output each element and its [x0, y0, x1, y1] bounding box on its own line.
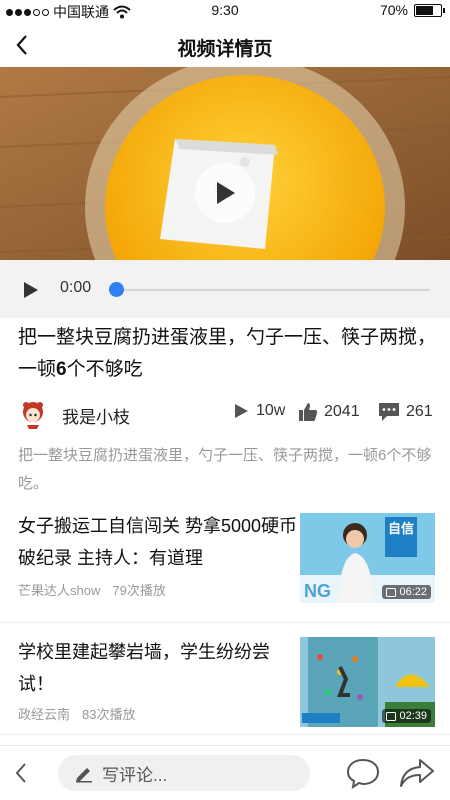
recommendation-meta: 芒果达人show 79次播放 — [18, 580, 166, 599]
likes-count: 2041 — [324, 403, 360, 420]
comment-input[interactable]: 写评论... — [58, 755, 310, 791]
recommendation-plays: 83次播放 — [82, 707, 136, 722]
likes-stat[interactable]: 2041 — [298, 402, 360, 422]
svg-text:NG: NG — [304, 581, 331, 601]
recommendation-source: 芒果达人show — [18, 583, 101, 598]
back-icon[interactable] — [10, 759, 34, 787]
player-time: 0:00 — [60, 279, 92, 296]
progress-thumb[interactable] — [109, 282, 124, 297]
bottom-bar: 写评论... — [0, 745, 450, 800]
video-play-button[interactable] — [195, 163, 255, 223]
author-row: 我是小枝 10w 2041 261 — [0, 396, 450, 430]
thumbnail-caption: 自信 — [388, 521, 415, 536]
status-right: 70% — [379, 2, 445, 18]
duration-badge: 02:39 — [382, 709, 431, 723]
status-bar: 中国联通 9:30 70% — [0, 0, 450, 22]
pen-icon — [76, 768, 92, 783]
battery-icon — [414, 3, 445, 17]
play-count-icon — [235, 404, 248, 418]
thumbs-up-icon — [299, 403, 318, 421]
comments-stat[interactable]: 261 — [378, 402, 433, 422]
progress-track[interactable] — [116, 289, 430, 291]
recommendation-title[interactable]: 女子搬运工自信闯关 势拿5000硬币破纪录 主持人：有道理 — [18, 510, 298, 574]
divider — [0, 734, 450, 735]
video-icon — [386, 587, 397, 597]
video-icon — [386, 711, 397, 721]
nav-bar: 视频详情页 — [0, 22, 450, 68]
recommendation-plays: 79次播放 — [112, 583, 166, 598]
video-description: 把一整块豆腐扔进蛋液里，勺子一压、筷子两搅，一顿6个不够吃。 — [18, 447, 432, 492]
comment-icon[interactable] — [346, 757, 380, 789]
video-thumbnail[interactable] — [0, 67, 450, 260]
plays-count: 10w — [256, 402, 286, 419]
player-controls: 0:00 — [0, 260, 450, 318]
video-title: 把一整块豆腐扔进蛋液里，勺子一压、筷子两搅，一顿6个不够吃 — [18, 327, 437, 380]
comments-count: 261 — [406, 403, 433, 420]
recommendation-thumbnail[interactable]: 02:39 — [300, 637, 435, 727]
author-name[interactable]: 我是小枝 — [62, 403, 130, 428]
recommendation-title[interactable]: 学校里建起攀岩墙，学生纷纷尝试！ — [18, 636, 298, 700]
play-icon[interactable] — [22, 280, 40, 300]
comment-icon — [379, 403, 399, 421]
divider — [0, 622, 450, 623]
comment-placeholder: 写评论... — [102, 765, 168, 785]
battery-percent: 70% — [379, 2, 408, 18]
plays-stat: 10w — [232, 402, 285, 420]
recommendation-meta: 政经云南 83次播放 — [18, 704, 135, 723]
page-title: 视频详情页 — [177, 39, 273, 60]
recommendation-thumbnail[interactable]: NG 自信 06:22 — [300, 513, 435, 603]
recommendation-source: 政经云南 — [18, 707, 71, 722]
duration-badge: 06:22 — [382, 585, 431, 599]
play-icon — [217, 182, 235, 204]
share-icon[interactable] — [398, 757, 436, 789]
avatar[interactable] — [18, 399, 48, 429]
